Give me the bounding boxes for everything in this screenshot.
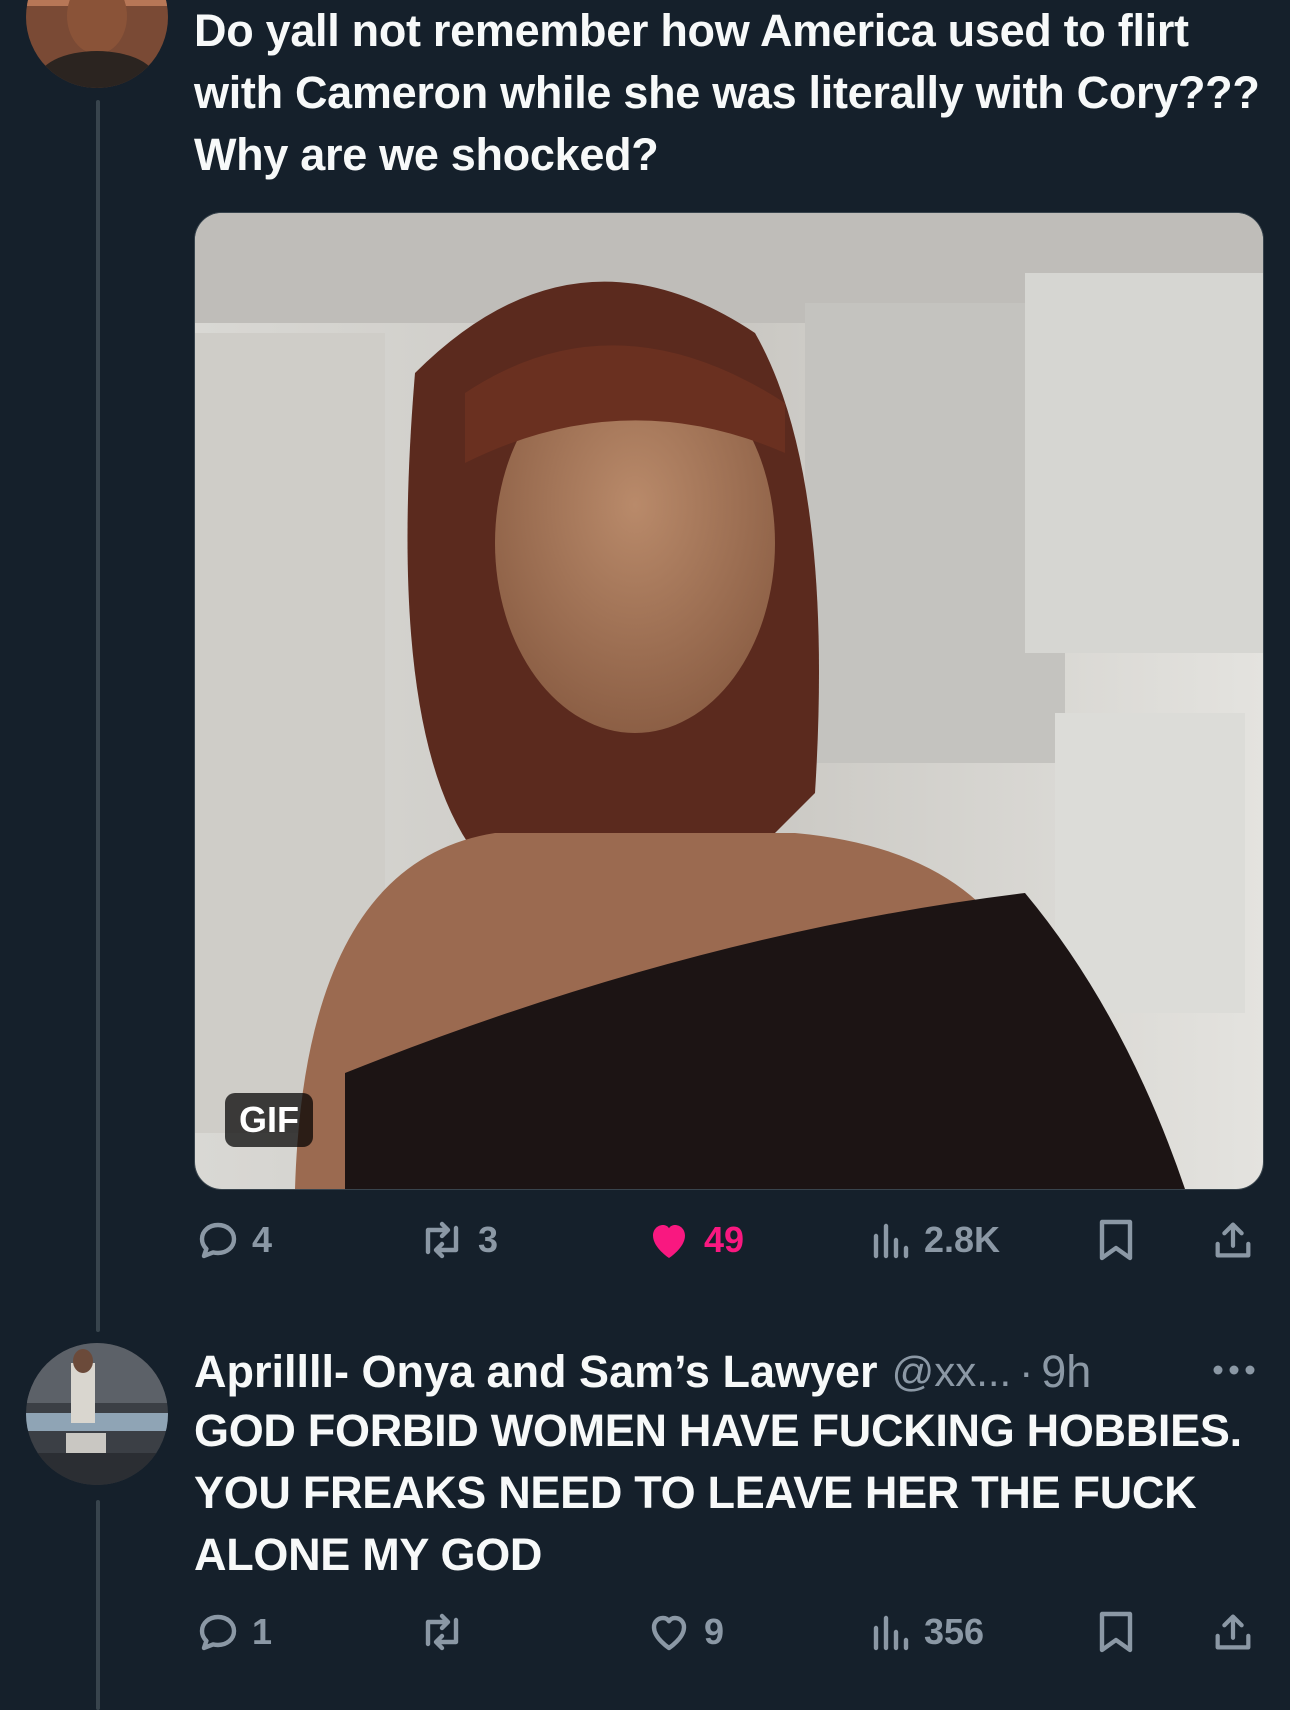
reply-icon [194, 1216, 242, 1264]
tweet1-share-button[interactable] [1210, 1210, 1256, 1270]
tweet2-action-bar: 1 9 356 [194, 1602, 1262, 1662]
thread-line-bottom [96, 1500, 100, 1710]
like-icon [644, 1608, 694, 1656]
tweet2-bookmark-button[interactable] [1094, 1602, 1138, 1662]
tweet1-repost-button[interactable]: 3 [416, 1210, 498, 1270]
like-icon [644, 1216, 694, 1264]
views-icon [870, 1216, 914, 1264]
tweet2-repost-button[interactable] [416, 1602, 478, 1662]
repost-icon [416, 1216, 468, 1264]
tweet2-share-button[interactable] [1210, 1602, 1256, 1662]
share-icon [1210, 1216, 1256, 1264]
more-icon [1212, 1363, 1256, 1381]
tweet1-reply-count: 4 [252, 1219, 273, 1260]
gif-badge: GIF [225, 1093, 313, 1147]
share-icon [1210, 1608, 1256, 1656]
bookmark-icon [1094, 1607, 1138, 1657]
bookmark-icon [1094, 1215, 1138, 1265]
tweet2-like-count: 9 [704, 1611, 725, 1652]
tweet1-like-count: 49 [704, 1219, 745, 1260]
tweet2-like-button[interactable]: 9 [644, 1602, 724, 1662]
thread-line-top [96, 100, 100, 1332]
tweet2-separator: · [1019, 1348, 1034, 1395]
tweet1-action-bar: 4 3 49 2.8K [194, 1210, 1262, 1270]
tweet1-reply-button[interactable]: 4 [194, 1210, 272, 1270]
tweet1-like-button[interactable]: 49 [644, 1210, 744, 1270]
tweet1-views-button[interactable]: 2.8K [870, 1210, 1000, 1270]
tweet2-views-button[interactable]: 356 [870, 1602, 984, 1662]
tweet1-text: Do yall not remember how America used to… [194, 5, 1260, 180]
tweet2-reply-count: 1 [252, 1611, 273, 1652]
tweet1-repost-count: 3 [478, 1219, 499, 1260]
reply-icon [194, 1608, 242, 1656]
tweet2-text: GOD FORBID WOMEN HAVE FUCKING HOBBIES. Y… [194, 1405, 1242, 1580]
repost-icon [416, 1608, 468, 1656]
tweet2-reply-button[interactable]: 1 [194, 1602, 272, 1662]
tweet2-handle[interactable]: @xx... [892, 1348, 1012, 1396]
tweet1-view-count: 2.8K [924, 1219, 1001, 1260]
views-icon [870, 1608, 914, 1656]
tweet2-timestamp[interactable]: 9h [1041, 1346, 1091, 1398]
tweet2-view-count: 356 [924, 1611, 985, 1652]
tweet1-avatar[interactable] [26, 0, 168, 88]
tweet1-gif-media[interactable]: GIF [194, 212, 1264, 1190]
tweet2-avatar[interactable] [26, 1343, 168, 1485]
tweet2-header: Aprillll- Onya and Sam’s Lawyer @xx... ·… [194, 1342, 1264, 1402]
tweet2-more-button[interactable] [1212, 1342, 1256, 1402]
tweet1-bookmark-button[interactable] [1094, 1210, 1138, 1270]
tweet2-author-name[interactable]: Aprillll- Onya and Sam’s Lawyer [194, 1346, 878, 1398]
